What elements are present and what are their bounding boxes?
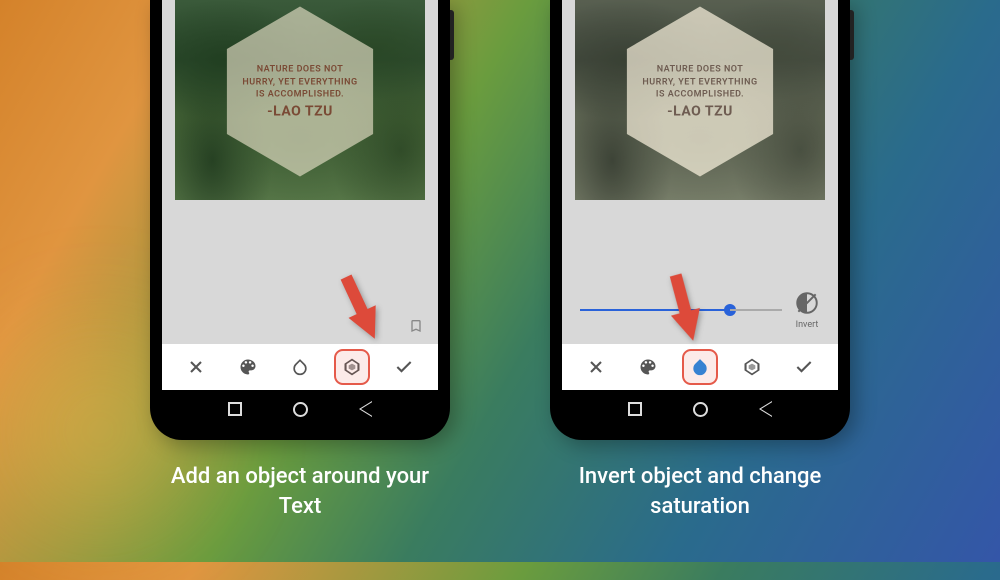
android-navbar	[562, 390, 838, 428]
close-button[interactable]	[580, 351, 612, 383]
background-image: NATURE DOES NOT HURRY, YET EVERYTHING IS…	[575, 0, 825, 200]
home-button[interactable]	[693, 402, 708, 417]
android-navbar	[162, 390, 438, 428]
invert-label: Invert	[796, 320, 819, 330]
bookmark-icon[interactable]	[408, 318, 424, 334]
quote-line: NATURE DOES NOT	[657, 64, 744, 77]
saturation-button[interactable]	[284, 351, 316, 383]
editor-canvas[interactable]: NATURE DOES NOT HURRY, YET EVERYTHING IS…	[562, 0, 838, 218]
shape-button[interactable]	[336, 351, 368, 383]
palette-button[interactable]	[632, 351, 664, 383]
editor-canvas[interactable]: NATURE DOES NOT HURRY, YET EVERYTHING IS…	[162, 0, 438, 218]
recents-button[interactable]	[628, 402, 642, 416]
highlight-indicator	[682, 349, 718, 385]
caption-right: Invert object and change saturation	[550, 462, 850, 521]
quote-line: HURRY, YET EVERYTHING	[242, 76, 357, 89]
home-button[interactable]	[293, 402, 308, 417]
phone-mockup-left: NATURE DOES NOT HURRY, YET EVERYTHING IS…	[150, 0, 450, 440]
highlight-indicator	[334, 349, 370, 385]
quote-line: IS ACCOMPLISHED.	[256, 89, 344, 102]
shape-button[interactable]	[736, 351, 768, 383]
close-button[interactable]	[180, 351, 212, 383]
back-button[interactable]	[359, 401, 372, 417]
quote-author: -LAO TZU	[267, 103, 333, 119]
background-image: NATURE DOES NOT HURRY, YET EVERYTHING IS…	[175, 0, 425, 200]
confirm-button[interactable]	[788, 351, 820, 383]
saturation-button[interactable]	[684, 351, 716, 383]
slider-thumb[interactable]	[724, 304, 736, 316]
quote-line: NATURE DOES NOT	[257, 64, 344, 77]
pointer-arrow-icon	[330, 262, 390, 342]
bottom-toolbar	[162, 344, 438, 390]
phone-mockup-right: NATURE DOES NOT HURRY, YET EVERYTHING IS…	[550, 0, 850, 440]
caption-left: Add an object around your Text	[150, 462, 450, 521]
editor-blank-area	[162, 218, 438, 344]
invert-button[interactable]: Invert	[794, 290, 820, 330]
confirm-button[interactable]	[388, 351, 420, 383]
recents-button[interactable]	[228, 402, 242, 416]
app-screen: NATURE DOES NOT HURRY, YET EVERYTHING IS…	[162, 0, 438, 390]
quote-line: IS ACCOMPLISHED.	[656, 89, 744, 102]
bottom-toolbar	[562, 344, 838, 390]
quote-line: HURRY, YET EVERYTHING	[642, 76, 757, 89]
back-button[interactable]	[759, 401, 772, 417]
palette-button[interactable]	[232, 351, 264, 383]
quote-author: -LAO TZU	[667, 103, 733, 119]
